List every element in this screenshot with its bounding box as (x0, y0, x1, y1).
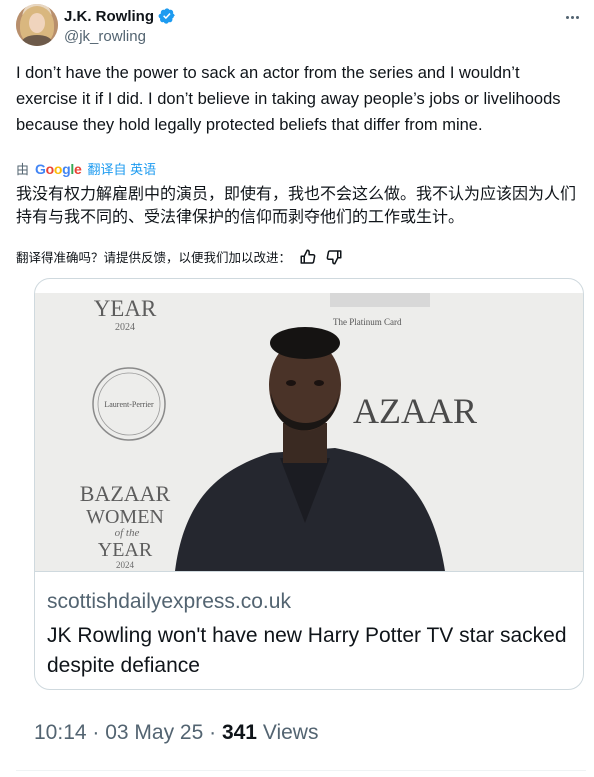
board-year-top: YEAR (94, 296, 157, 321)
link-preview-card[interactable]: YEAR 2024 Laurent-Perrier BAZAAR WOMEN o… (34, 278, 584, 690)
translated-from-link[interactable]: 翻译自 英语 (88, 159, 157, 178)
board-champagne-brand: Laurent-Perrier (104, 400, 154, 409)
name-row: J.K. Rowling (64, 7, 176, 25)
handle[interactable]: @jk_rowling (64, 28, 146, 45)
card-divider (35, 571, 583, 572)
card-title[interactable]: JK Rowling won't have new Harry Potter T… (47, 621, 567, 681)
verified-badge-icon (158, 7, 176, 25)
tweet-text: I don’t have the power to sack an actor … (16, 64, 561, 134)
translated-text: 我没有权力解雇剧中的演员，即使有，我也不会这么做。我不认为应该因为人们持有与我不… (16, 186, 577, 226)
bottom-divider (16, 770, 586, 771)
views-label: Views (256, 721, 319, 744)
article-image[interactable]: YEAR 2024 Laurent-Perrier BAZAAR WOMEN o… (35, 293, 583, 571)
tweet-meta: 10:14 · 03 May 25 · 341 Views (34, 721, 318, 745)
views-count: 341 (221, 721, 257, 744)
board-year-top-num: 2024 (115, 322, 135, 333)
display-name[interactable]: J.K. Rowling (64, 8, 154, 25)
translation-attribution: 由 Google 翻译自 英语 (16, 159, 156, 178)
thumbs-down-icon[interactable] (325, 248, 343, 266)
board-year-bottom-num: 2024 (116, 560, 135, 570)
thumbs-up-icon[interactable] (299, 248, 317, 266)
timestamp[interactable]: 10:14 · 03 May 25 · (34, 721, 222, 744)
translation-feedback: 翻译得准确吗？请提供反馈，以便我们加以改进： (16, 247, 343, 266)
avatar[interactable] (16, 4, 58, 46)
by-label: 由 (16, 162, 30, 177)
feedback-prompt: 翻译得准确吗？请提供反馈，以便我们加以改进： (16, 251, 292, 265)
board-platinum-card: The Platinum Card (333, 317, 402, 327)
board-bazaar-right: AZAAR (353, 391, 477, 431)
more-options-icon[interactable] (562, 7, 582, 27)
board-year-bottom: YEAR (98, 539, 153, 561)
google-logo: Google (35, 160, 82, 177)
board-bazaar-left: BAZAAR (80, 481, 171, 506)
board-women: WOMEN (86, 506, 164, 528)
tweet-header: J.K. Rowling @jk_rowling (16, 4, 586, 48)
card-domain[interactable]: scottishdailyexpress.co.uk (47, 590, 291, 614)
board-of-the: of the (115, 527, 140, 539)
